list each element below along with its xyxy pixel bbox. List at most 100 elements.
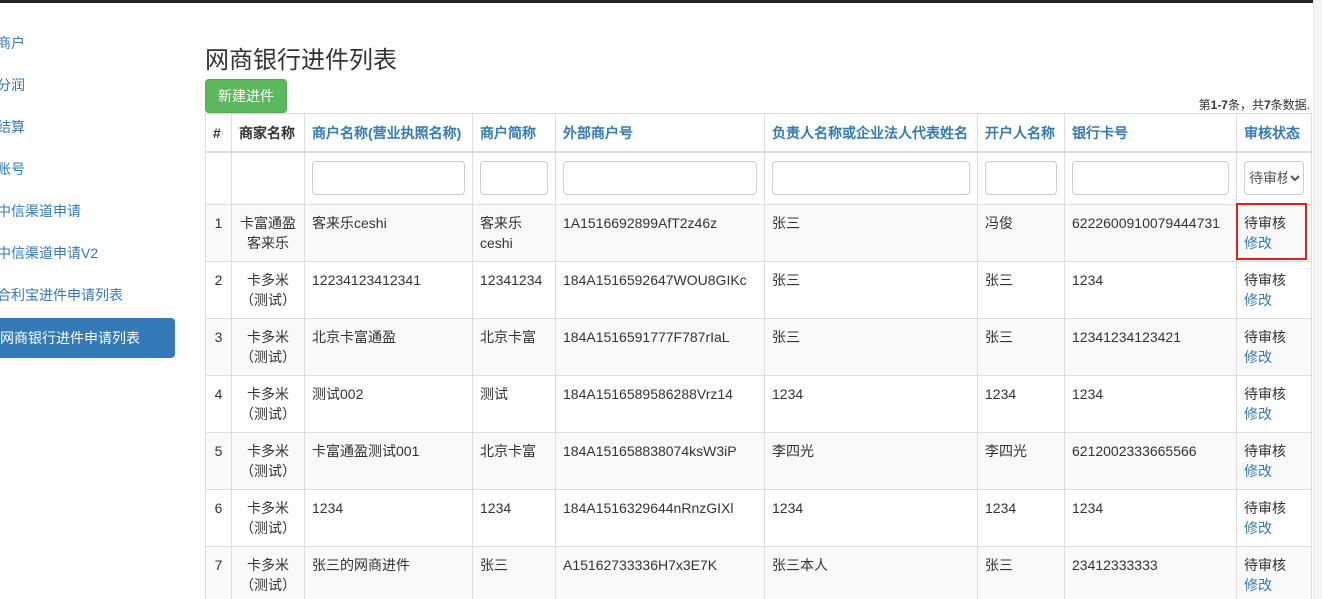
cell-short: 客来乐ceshi (472, 203, 556, 262)
table-row: 7 卡多米（测试） 张三的网商进件 张三 A15162733336H7x3E7K… (205, 545, 1312, 599)
header-merchant: 商家名称 (231, 113, 305, 153)
cell-person: 张三 (764, 203, 978, 262)
sort-external-link[interactable]: 外部商户号 (563, 125, 633, 141)
edit-link[interactable]: 修改 (1244, 404, 1304, 424)
cell-num: 1 (205, 203, 232, 262)
cell-external: 1A1516692899AfT2z46z (555, 203, 765, 262)
cell-name: 12234123412341 (304, 260, 473, 319)
edit-link[interactable]: 修改 (1244, 518, 1304, 538)
cell-short: 北京卡富 (472, 317, 556, 376)
cell-name: 客来乐ceshi (304, 203, 473, 262)
filter-cell-merchant (231, 151, 305, 205)
cell-merchant: 卡多米（测试） (231, 545, 305, 599)
cell-name: 张三的网商进件 (304, 545, 473, 599)
summary-prefix: 第 (1198, 98, 1211, 112)
new-application-button[interactable]: 新建进件 (205, 79, 287, 113)
cell-merchant: 卡多米（测试） (231, 260, 305, 319)
status-text: 待审核 (1244, 499, 1286, 516)
filter-short-input[interactable] (480, 161, 548, 195)
cell-holder: 1234 (977, 374, 1065, 433)
cell-holder: 1234 (977, 488, 1065, 547)
cell-holder: 张三 (977, 317, 1065, 376)
cell-num: 7 (205, 545, 232, 599)
edit-link[interactable]: 修改 (1244, 347, 1304, 367)
sidebar-item-mybank-list[interactable]: 网商银行进件申请列表 (0, 318, 175, 358)
edit-link[interactable]: 修改 (1244, 233, 1304, 253)
cell-name: 卡富通盈测试001 (304, 431, 473, 490)
sidebar-item-settlement[interactable]: 结算 (0, 106, 175, 148)
cell-merchant: 卡多米（测试） (231, 431, 305, 490)
cell-short: 北京卡富 (472, 431, 556, 490)
cell-merchant: 卡多米（测试） (231, 488, 305, 547)
sidebar: 商户 分润 结算 账号 中信渠道申请 中信渠道申请V2 合利宝进件申请列表 网商… (0, 22, 175, 358)
summary-range: 1-7 (1210, 98, 1228, 112)
cell-merchant: 卡多米（测试） (231, 317, 305, 376)
sort-person-link[interactable]: 负责人名称或企业法人代表姓名 (772, 125, 968, 141)
cell-holder: 张三 (977, 545, 1065, 599)
cell-person: 李四光 (764, 431, 978, 490)
summary-suffix: 条数据. (1270, 98, 1310, 112)
cell-holder: 李四光 (977, 431, 1065, 490)
table-row: 3 卡多米（测试） 北京卡富通盈 北京卡富 184A1516591777F787… (205, 317, 1312, 376)
cell-status: 待审核 修改 (1236, 317, 1312, 376)
cell-status: 待审核 修改 (1236, 488, 1312, 547)
cell-status: 待审核 修改 (1236, 203, 1312, 262)
filter-card-input[interactable] (1072, 161, 1229, 195)
result-summary: 第1-7条，共7条数据. (1199, 96, 1310, 113)
cell-short: 测试 (472, 374, 556, 433)
sidebar-item-merchant[interactable]: 商户 (0, 22, 175, 64)
page-title: 网商银行进件列表 (205, 46, 397, 74)
sort-name-link[interactable]: 商户名称(营业执照名称) (312, 125, 461, 141)
cell-holder: 冯俊 (977, 203, 1065, 262)
cell-merchant: 卡多米（测试） (231, 374, 305, 433)
edit-link[interactable]: 修改 (1244, 290, 1304, 310)
edit-link[interactable]: 修改 (1244, 461, 1304, 481)
cell-person: 1234 (764, 374, 978, 433)
header-name: 商户名称(营业执照名称) (304, 113, 473, 153)
sidebar-item-profit-share[interactable]: 分润 (0, 64, 175, 106)
cell-num: 3 (205, 317, 232, 376)
status-text: 待审核 (1244, 442, 1286, 459)
sort-status-link[interactable]: 审核状态 (1244, 125, 1300, 141)
cell-status: 待审核 修改 (1236, 260, 1312, 319)
cell-holder: 张三 (977, 260, 1065, 319)
filter-cell-person (764, 151, 978, 205)
cell-num: 6 (205, 488, 232, 547)
sort-short-link[interactable]: 商户简称 (480, 125, 536, 141)
filter-person-input[interactable] (772, 161, 970, 195)
status-text: 待审核 (1244, 271, 1286, 288)
status-text: 待审核 (1244, 385, 1286, 402)
table-row: 1 卡富通盈 客来乐 客来乐ceshi 客来乐ceshi 1A151669289… (205, 203, 1312, 262)
cell-num: 4 (205, 374, 232, 433)
cell-external: 184A1516592647WOU8GIKc (555, 260, 765, 319)
cell-status: 待审核 修改 (1236, 374, 1312, 433)
cell-card: 1234 (1064, 374, 1237, 433)
cell-external: A15162733336H7x3E7K (555, 545, 765, 599)
cell-card: 6222600910079444731 (1064, 203, 1237, 262)
sidebar-item-citic-apply-v2[interactable]: 中信渠道申请V2 (0, 232, 175, 274)
edit-link[interactable]: 修改 (1244, 575, 1304, 595)
filter-cell-holder (977, 151, 1065, 205)
cell-short: 张三 (472, 545, 556, 599)
header-card: 银行卡号 (1064, 113, 1237, 153)
table-row: 5 卡多米（测试） 卡富通盈测试001 北京卡富 184A15165883807… (205, 431, 1312, 490)
sidebar-item-citic-apply[interactable]: 中信渠道申请 (0, 190, 175, 232)
scrollbar[interactable] (1313, 0, 1322, 599)
filter-status-select[interactable]: 待审核 (1244, 161, 1304, 195)
cell-short: 12341234 (472, 260, 556, 319)
header-status: 审核状态 (1236, 113, 1312, 153)
cell-name: 北京卡富通盈 (304, 317, 473, 376)
sidebar-item-helibao-list[interactable]: 合利宝进件申请列表 (0, 274, 175, 316)
filter-external-input[interactable] (563, 161, 757, 195)
sort-holder-link[interactable]: 开户人名称 (985, 125, 1055, 141)
header-num: # (205, 113, 232, 153)
sort-card-link[interactable]: 银行卡号 (1072, 125, 1128, 141)
cell-card: 12341234123421 (1064, 317, 1237, 376)
filter-name-input[interactable] (312, 161, 465, 195)
cell-external: 184A1516591777F787rIaL (555, 317, 765, 376)
cell-person: 张三本人 (764, 545, 978, 599)
cell-external: 184A1516329644nRnzGIXl (555, 488, 765, 547)
status-text: 待审核 (1244, 556, 1286, 573)
filter-holder-input[interactable] (985, 161, 1057, 195)
sidebar-item-account[interactable]: 账号 (0, 148, 175, 190)
